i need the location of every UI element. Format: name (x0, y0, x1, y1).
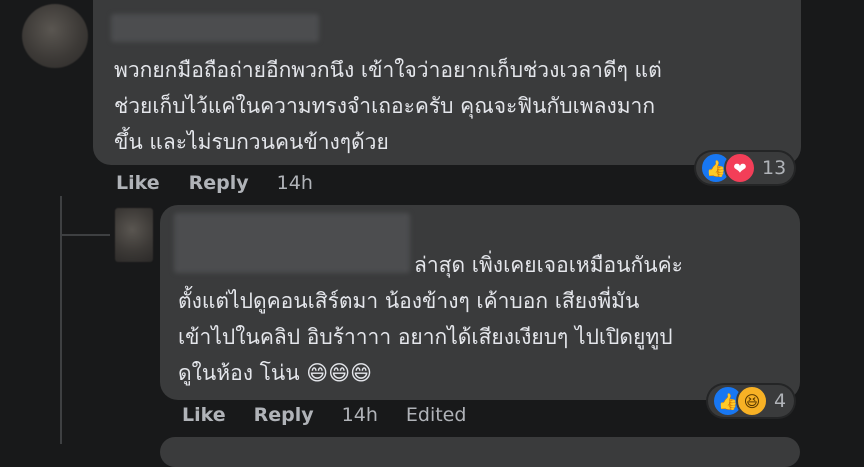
author-name[interactable] (111, 14, 319, 42)
avatar[interactable] (115, 208, 153, 262)
avatar[interactable] (22, 4, 88, 68)
edited-label[interactable]: Edited (406, 404, 467, 426)
reply-button[interactable]: Reply (254, 404, 314, 426)
reply-button[interactable]: Reply (189, 172, 249, 194)
next-reply-bubble (160, 437, 800, 467)
timestamp[interactable]: 14h (342, 404, 378, 426)
love-icon: ❤ (724, 152, 756, 184)
like-button[interactable]: Like (116, 172, 160, 194)
comment-bubble: พวกยกมือถือถ่ายอีกพวกนึง เข้าใจว่าอยากเก… (93, 0, 801, 165)
author-name[interactable] (174, 213, 410, 273)
reply-actions: Like Reply 14h Edited (182, 404, 466, 426)
reaction-summary[interactable]: 👍 😆 4 (708, 385, 795, 417)
comment-actions: Like Reply 14h (116, 172, 313, 194)
comment-text-first-line: ล่าสุด เพิ่งเคยเจอเหมือนกันค่ะ (414, 253, 683, 277)
reply-bubble: ล่าสุด เพิ่งเคยเจอเหมือนกันค่ะ ตั้งแต่ไป… (160, 205, 800, 400)
thread-line-branch (60, 234, 110, 236)
like-button[interactable]: Like (182, 404, 226, 426)
comment-text: พวกยกมือถือถ่ายอีกพวกนึง เข้าใจว่าอยากเก… (114, 58, 662, 154)
reaction-count: 13 (762, 157, 787, 179)
reaction-summary[interactable]: 👍 ❤ 13 (696, 152, 795, 184)
comment-text: ตั้งแต่ไปดูคอนเสิร์ตมา น้องข้างๆ เค้าบอก… (178, 289, 673, 385)
timestamp[interactable]: 14h (277, 172, 313, 194)
haha-icon: 😆 (736, 385, 768, 417)
reaction-count: 4 (774, 390, 787, 412)
